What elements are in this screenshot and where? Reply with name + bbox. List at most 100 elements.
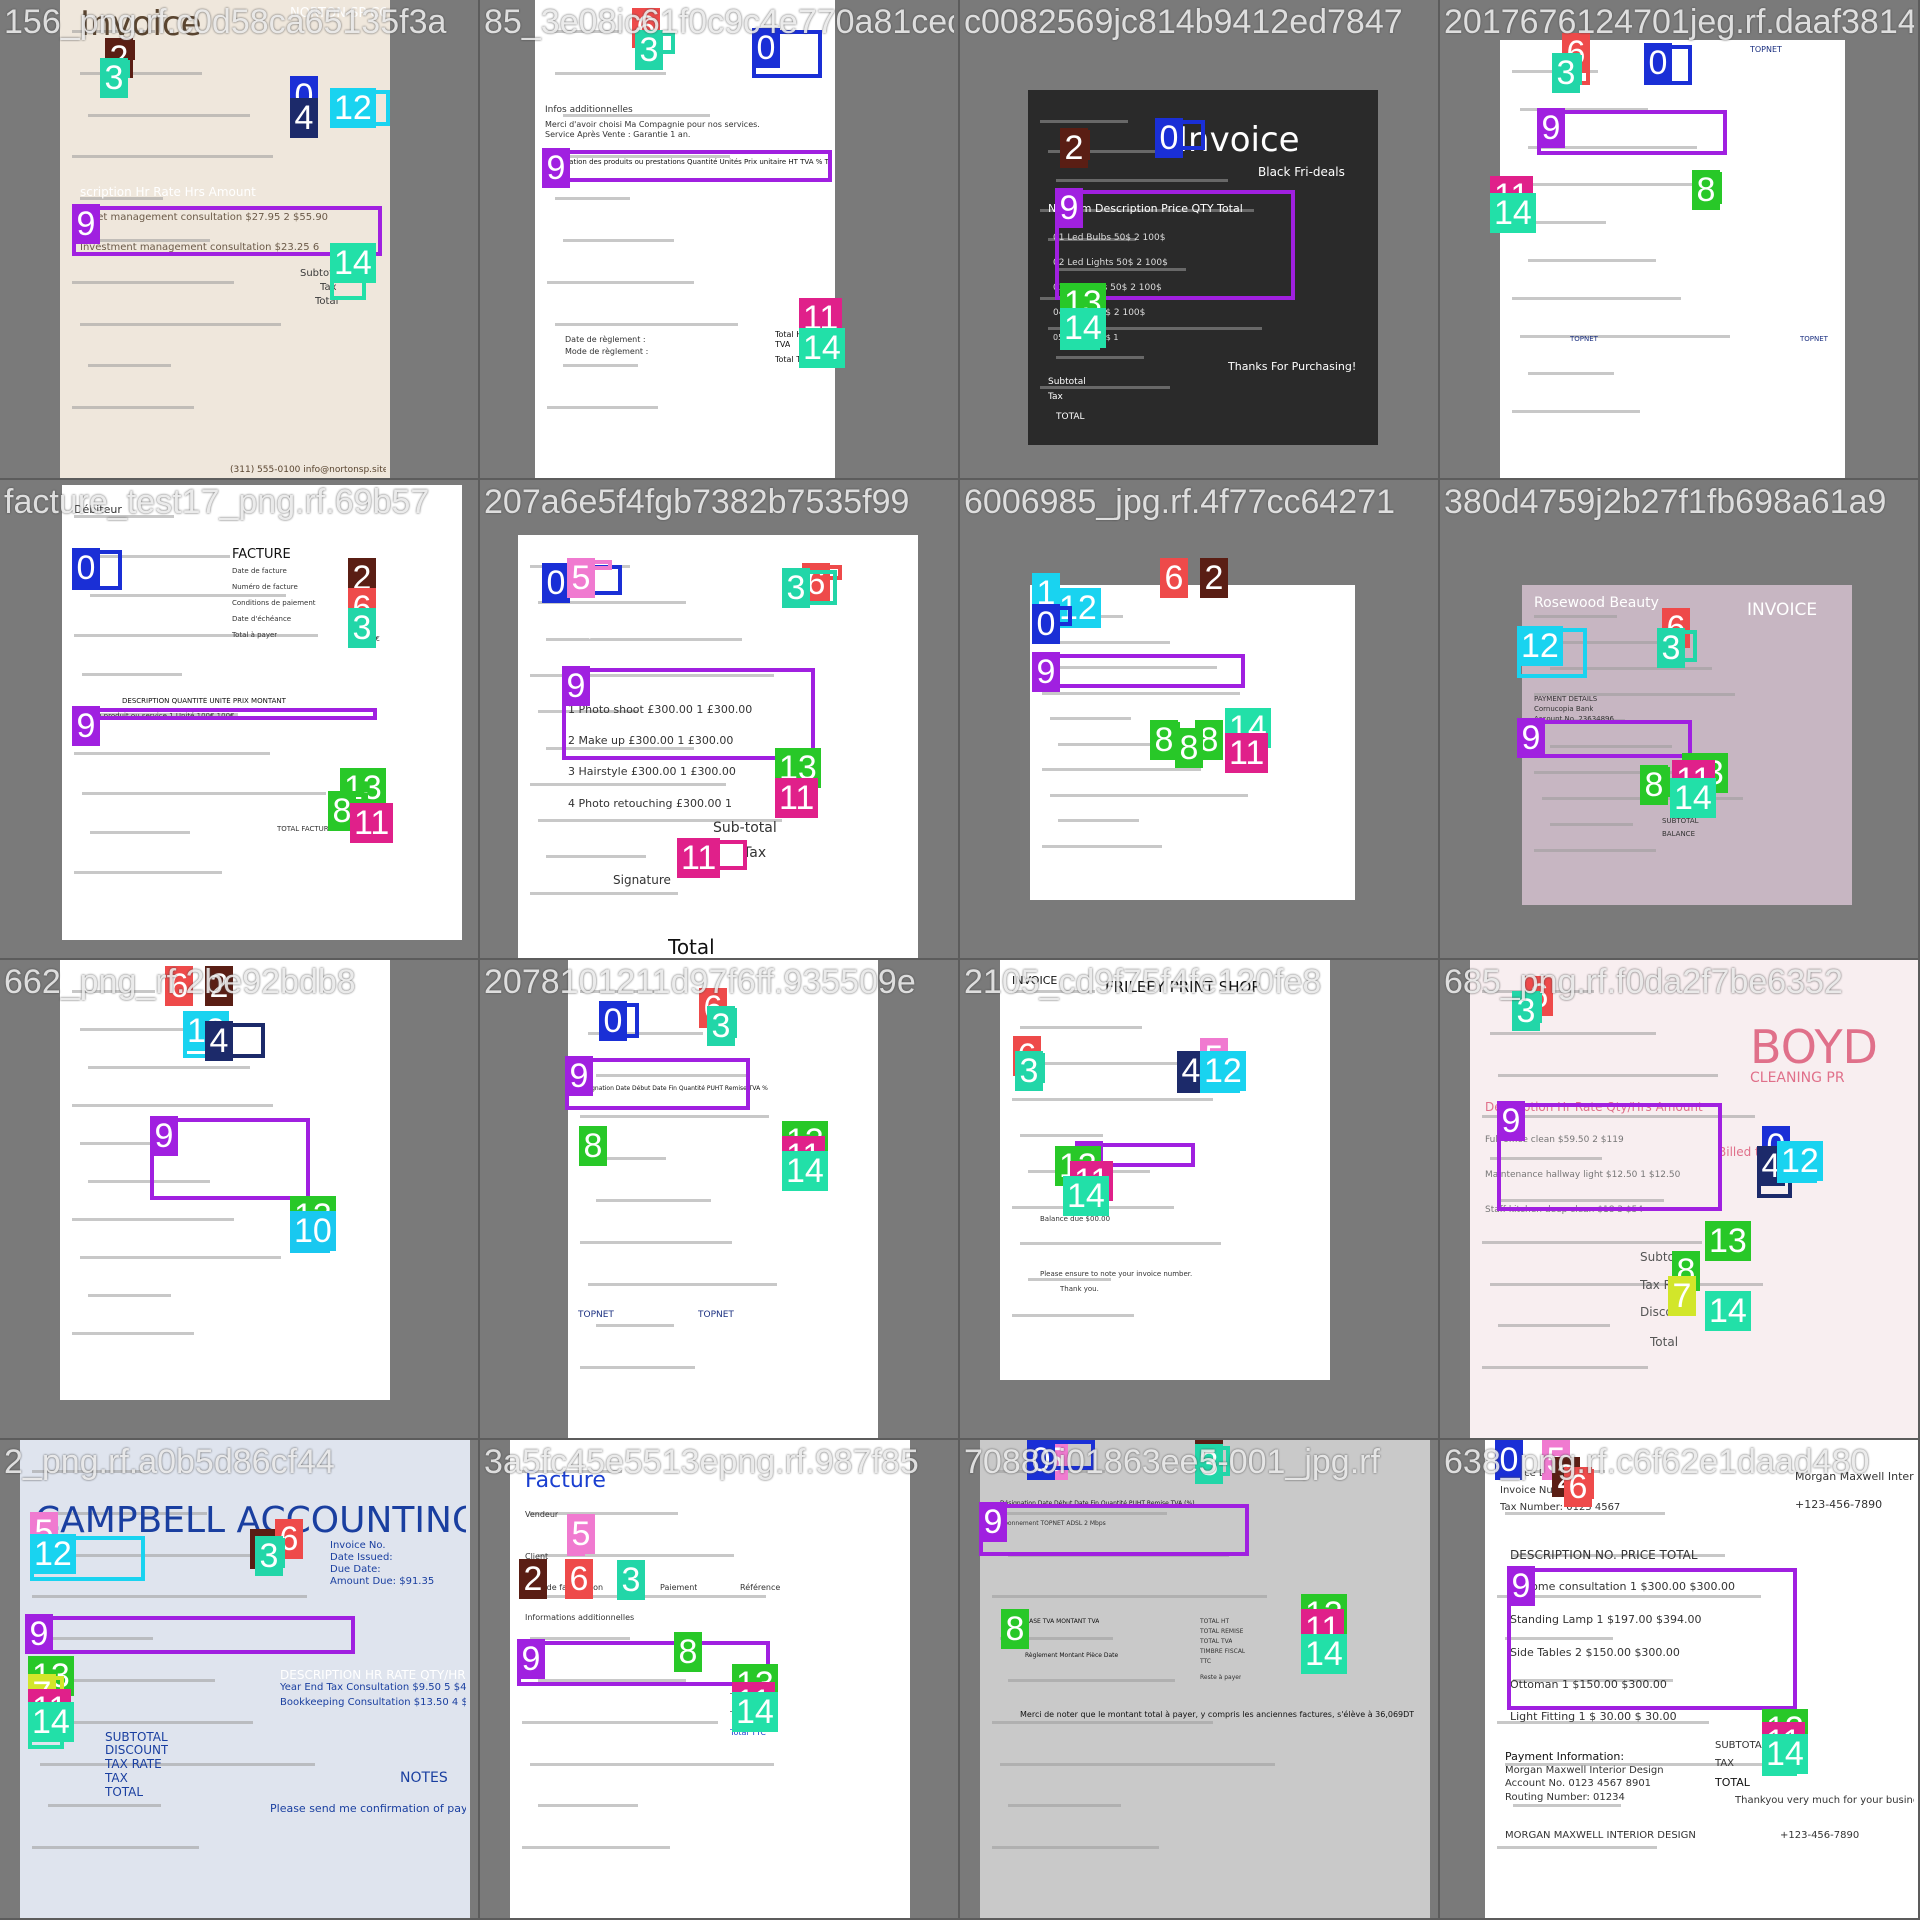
text-line [72,155,274,159]
document-text: BALANCE [1662,830,1695,838]
grid-cell: INVOICE FRILEEY PRINT SHOP Balance due $00… [960,960,1438,1438]
class-id-tag: 9 [979,1502,1007,1542]
detection-box [979,1504,1249,1556]
class-id-tag: 0 [72,548,100,588]
text-line [1008,1679,1175,1682]
text-line [530,1637,630,1641]
class-id-tag: 0 [1032,604,1060,644]
document-text: Norwich, NH7 3DT [548,630,640,641]
image-filename: 85_3e08ic61f0c9c4e770a81cec [484,3,954,41]
document-text: DESCRIPTION QUANTITÉ UNITÉ PRIX MONTANT [122,697,286,705]
text-line [1482,1240,1702,1244]
document-text: MORGAN MAXWELL INTERIOR DESIGN [1505,1830,1696,1841]
text-line [1534,849,1657,852]
text-line [1050,717,1132,720]
class-id-tag: 14 [330,243,376,283]
grid-cell: CAMPBELL ACCOUNTING DESCRIPTION HR RATE Q… [0,1440,478,1918]
text-line [1028,1278,1111,1281]
class-id-tag: 9 [1497,1101,1525,1141]
text-line [596,1324,674,1328]
document-text: Infos additionnelles [545,105,633,115]
class-id-tag: 12 [1517,626,1563,666]
text-line [1512,183,1723,187]
class-id-tag: 5 [567,558,595,598]
text-line [1498,1324,1610,1328]
document-text: TOTAL [105,1785,144,1799]
class-id-tag: 13 [1705,1221,1751,1261]
class-id-tag: 0 [542,563,570,603]
text-line [1012,1314,1135,1317]
class-id-tag: 9 [1055,188,1083,228]
grid-cell: TOPNETTOPNETTOPNET6309811142017676124701… [1440,0,1918,478]
text-line [82,673,182,676]
class-id-tag: 8 [1001,1609,1029,1649]
image-filename: 2017676124701jeg.rf.daaf3814 [1444,3,1914,41]
class-id-tag: 8 [1150,720,1178,760]
document-text: DESCRIPTION NO. PRICE TOTAL [1510,1548,1698,1562]
image-filename: 638_png.rf.c6f62e1daad480 [1444,1443,1870,1481]
text-line [1012,1098,1214,1101]
class-id-tag: 14 [1301,1634,1347,1674]
grid-cell: Invoice NORTON SP CO. scription Hr Rate Hr… [0,0,478,478]
text-line [82,791,326,795]
text-line [72,406,195,410]
class-id-tag: 9 [562,666,590,706]
document-text: Morgan Maxwell Interior Design [1505,1765,1664,1776]
class-id-tag: 5 [567,1514,595,1554]
text-line [1058,819,1140,822]
grid-cell: Invoice Black Fri-deals No Item Descriptio… [960,0,1438,478]
text-line [992,1720,1213,1724]
text-line [563,364,638,368]
document-text: TOPNET [578,1310,614,1320]
class-id-tag: 8 [1640,765,1668,805]
document-text: Total [1650,1335,1679,1349]
class-id-tag: 9 [1517,718,1545,758]
document-text: Conditions de paiement [232,599,316,607]
text-line [80,71,203,75]
image-filename: c0082569jc814b9412ed7847 [964,3,1403,41]
text-line [555,322,738,326]
class-id-tag: 14 [732,1692,778,1732]
document-text: Issued: [743,625,786,639]
text-line [1050,640,1171,644]
detection-box [25,1616,355,1654]
document-text: BASE TVA MONTANT TVA [1025,1618,1100,1625]
class-id-tag: 3 [100,58,128,98]
text-line [1528,259,1656,262]
class-id-tag: 6 [1160,558,1188,598]
document-text: Total à payer [232,631,278,639]
document-text: PAYMENT DETAILS [1534,695,1598,703]
document-text: Amount Due: $91.35 [330,1576,435,1587]
class-id-tag: 11 [775,778,819,818]
text-line [1520,334,1731,338]
document-text: 4 Photo retouching £300.00 1 [568,797,732,810]
image-filename: 3a5fc45e5513epng.rf.987f85 [484,1443,919,1481]
text-line [1020,1134,1103,1137]
image-filename: 2_png.rf.a0b5d86cf44 [4,1443,335,1481]
image-filename: 380d4759j2b27f1fb698a61a9 [1444,483,1887,521]
detection-box [1497,1103,1722,1211]
grid-cell: Infos additionnelles Merci d'avoir choisi… [480,0,958,478]
text-line [1490,1282,1764,1286]
detection-box [562,668,815,760]
text-line [1512,296,1682,300]
document-text: scription Hr Rate Hrs Amount [80,185,256,199]
class-id-tag: 0 [1155,118,1183,158]
text-line [40,1762,315,1766]
detection-grid: Invoice NORTON SP CO. scription Hr Rate Hr… [0,0,1920,1920]
class-id-tag: 6 [565,1559,593,1599]
class-id-tag: 9 [150,1116,178,1156]
text-line [1040,120,1128,123]
class-id-tag: 9 [517,1639,545,1679]
text-line [563,239,674,242]
class-id-tag: 9 [72,706,100,746]
document-text: Règlement Montant Pièce Date [1025,1652,1119,1659]
text-line [596,1199,711,1202]
class-id-tag: 3 [1552,53,1580,93]
text-line [1000,1762,1275,1766]
text-line [1482,1366,1648,1370]
class-id-tag: 14 [1670,778,1716,818]
class-id-tag: 12 [1777,1141,1823,1181]
text-line [1020,1242,1222,1245]
class-id-tag: 14 [1762,1734,1808,1774]
